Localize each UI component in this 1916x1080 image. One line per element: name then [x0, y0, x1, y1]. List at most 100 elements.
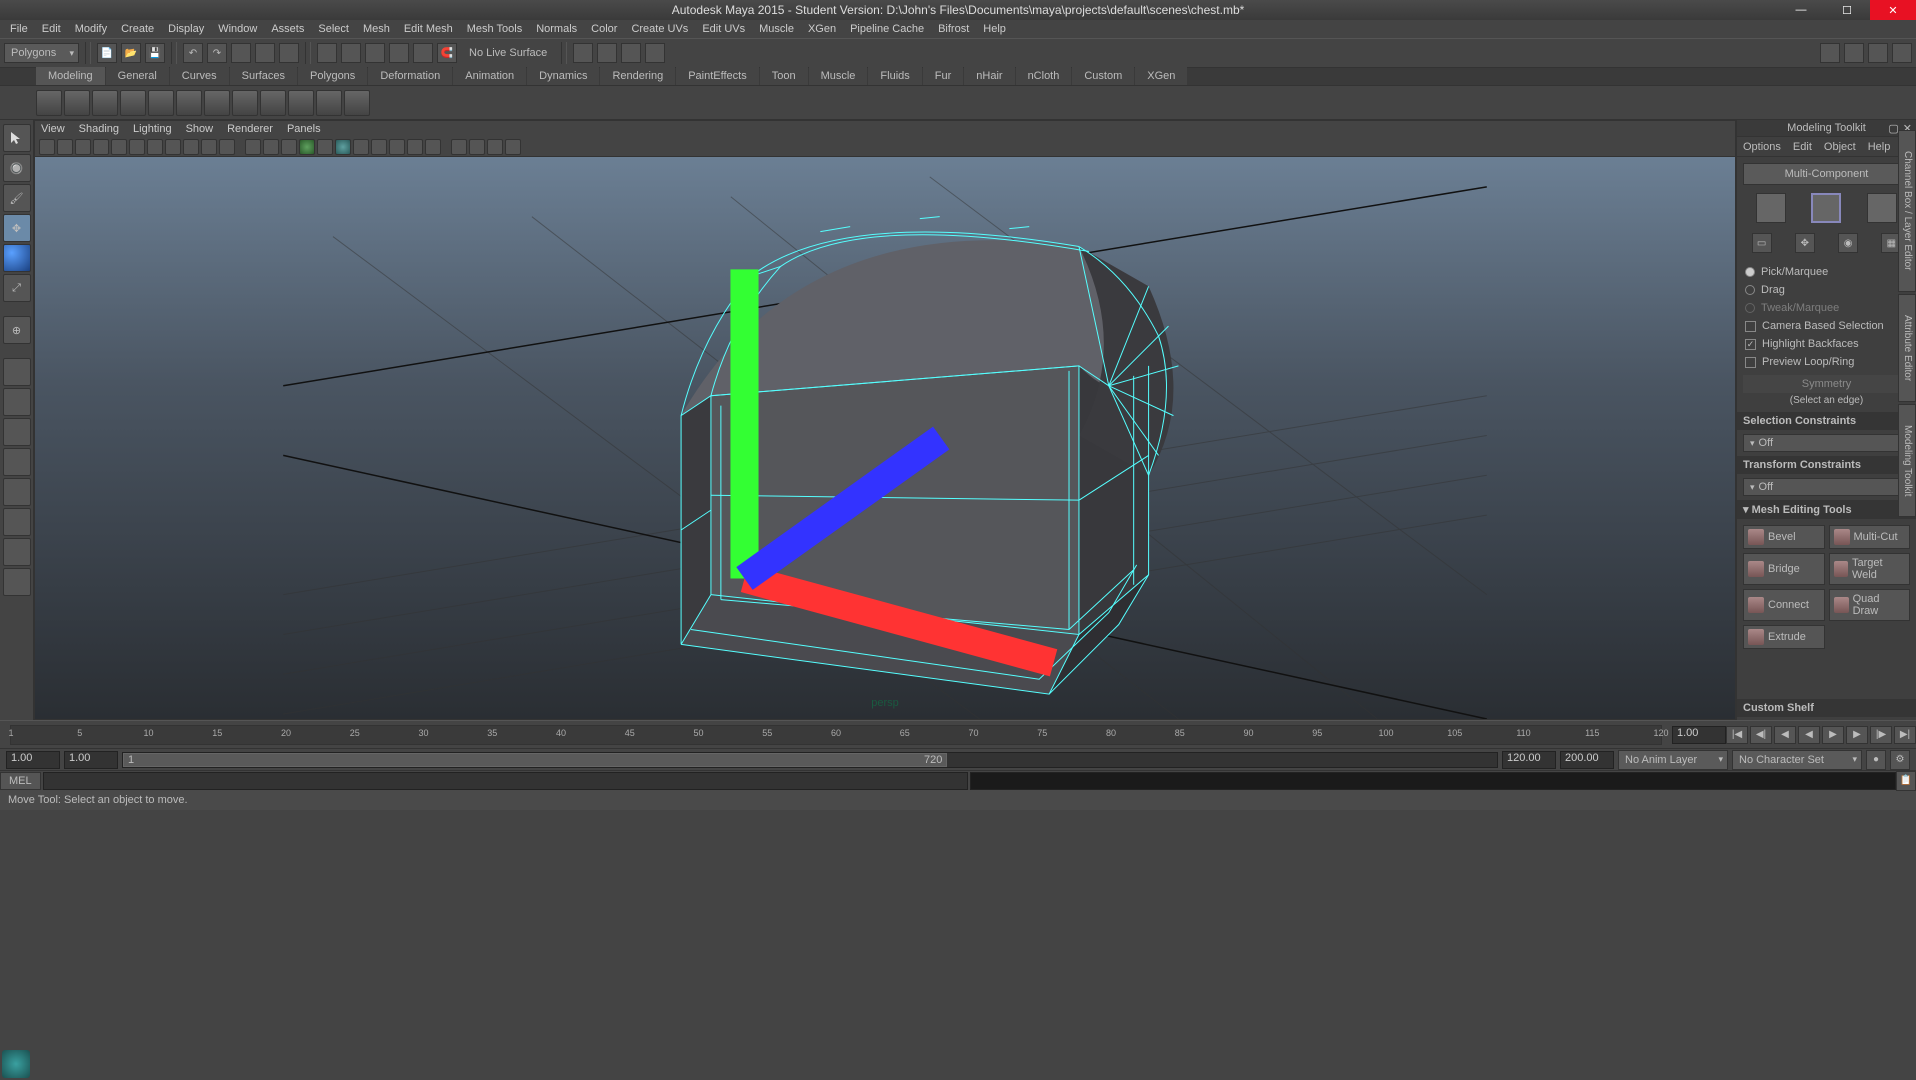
wireframe-button[interactable]	[245, 139, 261, 155]
menu-help[interactable]: Help	[977, 21, 1012, 37]
custom-shelf-header[interactable]: Custom Shelf	[1737, 699, 1916, 717]
layout-four-button[interactable]	[3, 388, 31, 416]
mtk-menu-edit[interactable]: Edit	[1793, 141, 1812, 153]
script-editor-button[interactable]: 📋	[1896, 771, 1916, 791]
range-slider[interactable]: 1720	[122, 752, 1498, 768]
shelf-poly-torus-button[interactable]	[148, 90, 174, 116]
move-tool[interactable]: ✥	[3, 214, 31, 242]
marquee-icon[interactable]: ▭	[1752, 233, 1772, 253]
menu-set-combo[interactable]: Polygons	[4, 43, 79, 63]
menu-mesh[interactable]: Mesh	[357, 21, 396, 37]
extrude-tool-button[interactable]: Extrude	[1743, 625, 1825, 649]
connect-tool-button[interactable]: Connect	[1743, 589, 1825, 621]
step-forward-button[interactable]: ▶	[1846, 726, 1868, 744]
go-to-end-button[interactable]: ▶|	[1894, 726, 1916, 744]
minimize-button[interactable]: —	[1778, 0, 1824, 20]
isolate-refresh-button[interactable]	[505, 139, 521, 155]
bookmark-button[interactable]	[75, 139, 91, 155]
step-back-button[interactable]: ◀	[1774, 726, 1796, 744]
shelf-poly-cylinder-button[interactable]	[92, 90, 118, 116]
ao-button[interactable]	[371, 139, 387, 155]
multicut-tool-button[interactable]: Multi-Cut	[1829, 525, 1911, 549]
shelf-tab-custom[interactable]: Custom	[1072, 67, 1134, 85]
menu-window[interactable]: Window	[212, 21, 263, 37]
command-input[interactable]	[43, 772, 969, 790]
panel-menu-panels[interactable]: Panels	[287, 123, 321, 135]
make-live-button[interactable]: 🧲	[437, 43, 457, 63]
bevel-tool-button[interactable]: Bevel	[1743, 525, 1825, 549]
mesh-editing-header[interactable]: ▾ Mesh Editing Tools	[1737, 500, 1916, 519]
xray-joints-button[interactable]	[353, 139, 369, 155]
mtk-menu-object[interactable]: Object	[1824, 141, 1856, 153]
layout-button-4[interactable]	[1892, 43, 1912, 63]
motion-blur-button[interactable]	[389, 139, 405, 155]
shelf-poly-sphere-button[interactable]	[64, 90, 90, 116]
construction-history-button[interactable]	[573, 43, 593, 63]
shelf-tab-nhair[interactable]: nHair	[964, 67, 1014, 85]
use-lights-button[interactable]	[299, 139, 315, 155]
ipr-render-button[interactable]	[621, 43, 641, 63]
side-tab-attribute-editor[interactable]: Attribute Editor	[1898, 294, 1916, 402]
shelf-tab-xgen[interactable]: XGen	[1135, 67, 1187, 85]
maximize-button[interactable]: ☐	[1824, 0, 1870, 20]
select-camera-button[interactable]	[39, 139, 55, 155]
go-to-start-button[interactable]: |◀	[1726, 726, 1748, 744]
render-button[interactable]	[597, 43, 617, 63]
shelf-poly-pyramid-button[interactable]	[260, 90, 286, 116]
script-language-button[interactable]: MEL	[0, 772, 41, 790]
selection-constraints-combo[interactable]: Off	[1743, 434, 1910, 452]
face-mode-button[interactable]	[1867, 193, 1897, 223]
grid-toggle-button[interactable]	[111, 139, 127, 155]
shelf-tab-surfaces[interactable]: Surfaces	[230, 67, 297, 85]
range-in-field[interactable]: 1.00	[64, 751, 118, 769]
highlight-backfaces-checkbox[interactable]: ✓	[1745, 339, 1756, 350]
playback-start-field[interactable]: 1.00	[6, 751, 60, 769]
menu-edit-uvs[interactable]: Edit UVs	[696, 21, 751, 37]
open-scene-button[interactable]: 📂	[121, 43, 141, 63]
step-forward-key-button[interactable]: |▶	[1870, 726, 1892, 744]
menu-create[interactable]: Create	[115, 21, 160, 37]
preview-loop-checkbox[interactable]	[1745, 357, 1756, 368]
menu-edit-mesh[interactable]: Edit Mesh	[398, 21, 459, 37]
shelf-tab-polygons[interactable]: Polygons	[298, 67, 367, 85]
drag-icon[interactable]: ✥	[1795, 233, 1815, 253]
select-hier-button[interactable]	[231, 43, 251, 63]
shelf-tab-painteffects[interactable]: PaintEffects	[676, 67, 759, 85]
menu-assets[interactable]: Assets	[265, 21, 310, 37]
shelf-tab-muscle[interactable]: Muscle	[809, 67, 868, 85]
viewport[interactable]: persp	[35, 157, 1735, 719]
layout-hyper-button[interactable]	[3, 508, 31, 536]
menu-display[interactable]: Display	[162, 21, 210, 37]
snap-live-button[interactable]	[413, 43, 433, 63]
depth-of-field-button[interactable]	[425, 139, 441, 155]
time-slider-scale[interactable]: 1510152025303540455055606570758085909510…	[10, 725, 1662, 745]
menu-file[interactable]: File	[4, 21, 34, 37]
undo-button[interactable]: ↶	[183, 43, 203, 63]
tweak-icon[interactable]: ◉	[1838, 233, 1858, 253]
playback-end-field[interactable]: 200.00	[1560, 751, 1614, 769]
layout-single-button[interactable]	[3, 358, 31, 386]
transform-constraints-header[interactable]: Transform Constraints	[1737, 456, 1916, 474]
menu-pipeline-cache[interactable]: Pipeline Cache	[844, 21, 930, 37]
field-chart-button[interactable]	[183, 139, 199, 155]
menu-create-uvs[interactable]: Create UVs	[625, 21, 694, 37]
snap-point-button[interactable]	[365, 43, 385, 63]
auto-key-button[interactable]: ●	[1866, 750, 1886, 770]
symmetry-button[interactable]: Symmetry	[1743, 375, 1910, 393]
camera-attr-button[interactable]	[57, 139, 73, 155]
drag-radio[interactable]	[1745, 285, 1755, 295]
anim-layer-combo[interactable]: No Anim Layer	[1618, 750, 1728, 770]
shelf-tab-ncloth[interactable]: nCloth	[1016, 67, 1072, 85]
play-forward-button[interactable]: ▶	[1822, 726, 1844, 744]
layout-outliner-button[interactable]	[3, 448, 31, 476]
panel-menu-renderer[interactable]: Renderer	[227, 123, 273, 135]
shelf-tab-modeling[interactable]: Modeling	[36, 67, 105, 85]
menu-mesh-tools[interactable]: Mesh Tools	[461, 21, 528, 37]
paint-select-tool[interactable]: 🖌	[3, 184, 31, 212]
character-set-combo[interactable]: No Character Set	[1732, 750, 1862, 770]
bridge-tool-button[interactable]: Bridge	[1743, 553, 1825, 585]
menu-select[interactable]: Select	[312, 21, 355, 37]
menu-edit[interactable]: Edit	[36, 21, 67, 37]
select-obj-button[interactable]	[255, 43, 275, 63]
prefs-button[interactable]: ⚙	[1890, 750, 1910, 770]
